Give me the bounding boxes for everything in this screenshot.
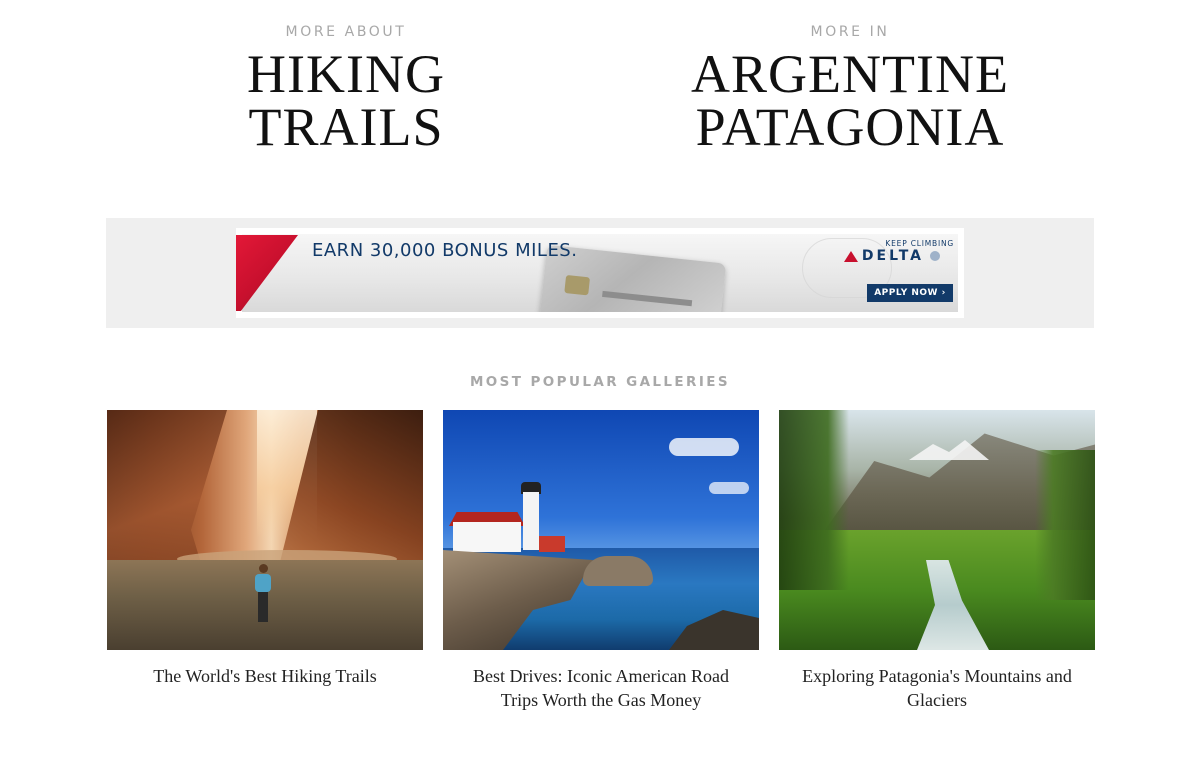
more-in-kicker: MORE IN [810, 24, 890, 40]
topic-title-line-2: TRAILS [248, 97, 444, 157]
patagonia-valley-photo[interactable] [779, 410, 1095, 650]
more-about-hiking-trails-link[interactable]: MORE ABOUT HIKING TRAILS [196, 24, 496, 154]
canyon-hiker-photo[interactable] [107, 410, 423, 650]
ad-headline: EARN 30,000 BONUS MILES. [312, 240, 578, 261]
trees-left [779, 410, 849, 590]
gallery-card-road-trips[interactable]: Best Drives: Iconic American Road Trips … [443, 410, 759, 712]
most-popular-galleries-heading: MOST POPULAR GALLERIES [469, 374, 731, 390]
apply-now-button[interactable]: APPLY NOW › [867, 284, 953, 302]
cloud [709, 482, 749, 494]
hiker-backpack [255, 574, 271, 592]
hiker-head [259, 564, 268, 573]
keeper-house [453, 522, 521, 552]
delta-logo-text: DELTA [861, 248, 924, 264]
topic-title-line-2: PATAGONIA [695, 97, 1005, 157]
gallery-card-hiking-trails[interactable]: The World's Best Hiking Trails [107, 410, 423, 688]
trees-right [1035, 450, 1095, 600]
lighthouse-coast-photo[interactable] [443, 410, 759, 650]
more-in-argentine-patagonia-link[interactable]: MORE IN ARGENTINE PATAGONIA [650, 24, 1050, 154]
delta-triangle-icon [843, 250, 858, 262]
more-about-kicker: MORE ABOUT [285, 24, 407, 40]
gallery-title[interactable]: Best Drives: Iconic American Road Trips … [443, 664, 759, 712]
hiker-legs [258, 592, 268, 622]
card-chip [564, 274, 591, 296]
card-number-strip [602, 290, 693, 307]
gallery-title[interactable]: Exploring Patagonia's Mountains and Glac… [779, 664, 1095, 712]
topic-title-line-1: ARGENTINE [691, 44, 1009, 104]
gallery-title[interactable]: The World's Best Hiking Trails [107, 664, 423, 688]
rock-outcrop [583, 556, 653, 586]
cloud [669, 438, 739, 456]
skyteam-badge-icon [930, 251, 940, 261]
ad-tagline: KEEP CLIMBING [885, 239, 954, 248]
lighthouse-tower [523, 492, 539, 550]
topic-title-line-1: HIKING [247, 44, 445, 104]
gallery-card-patagonia[interactable]: Exploring Patagonia's Mountains and Glac… [779, 410, 1095, 712]
hiker-figure [253, 564, 273, 626]
red-shed [539, 536, 565, 552]
advertisement-band: EARN 30,000 BONUS MILES. KEEP CLIMBING D… [106, 218, 1094, 328]
delta-logo: DELTA [843, 248, 940, 264]
delta-ad-banner[interactable]: EARN 30,000 BONUS MILES. KEEP CLIMBING D… [236, 228, 964, 318]
